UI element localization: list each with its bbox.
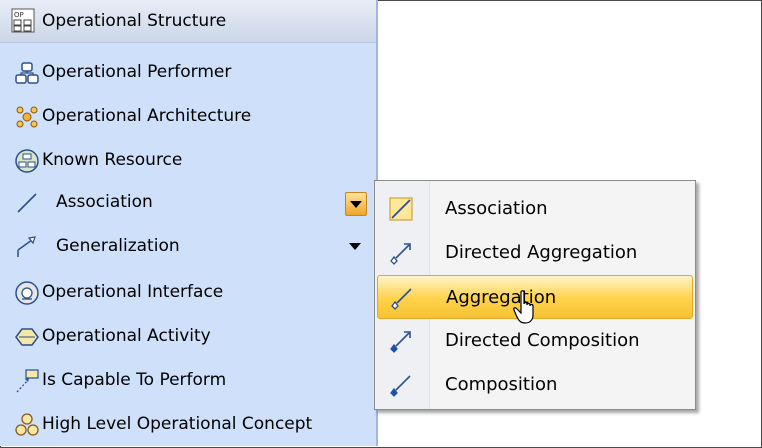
chevron-down-icon[interactable]	[349, 243, 361, 250]
is-capable-to-perform-icon	[16, 369, 39, 393]
palette-item-label: Association	[56, 192, 153, 212]
menu-item-directed-aggregation[interactable]: Directed Aggregation	[377, 231, 693, 275]
aggregation-icon	[391, 288, 412, 310]
palette-item-generalization[interactable]: Generalization	[0, 224, 376, 268]
menu-item-association[interactable]: Association	[377, 187, 693, 231]
palette-item-label: High Level Operational Concept	[42, 414, 313, 434]
svg-text:OP: OP	[14, 11, 24, 19]
palette-item-association[interactable]: Association	[0, 180, 376, 224]
operational-activity-icon	[15, 328, 39, 346]
menu-item-label: Directed Composition	[445, 330, 640, 351]
palette-item-label: Is Capable To Perform	[42, 370, 227, 390]
association-dropdown-button[interactable]	[345, 192, 367, 216]
hand-cursor-icon	[513, 290, 534, 324]
palette-item-label: Operational Activity	[42, 326, 211, 346]
palette-item-operational-interface[interactable]: Operational Interface	[0, 270, 376, 314]
generalization-icon	[17, 236, 36, 257]
menu-item-label: Directed Aggregation	[445, 242, 638, 263]
palette-group-title: Operational Structure	[42, 11, 227, 31]
menu-item-label: Association	[445, 198, 548, 219]
menu-item-label: Composition	[445, 374, 558, 395]
palette-item-operational-activity[interactable]: Operational Activity	[0, 314, 376, 358]
op-structure-icon: OP	[11, 8, 35, 33]
palette-item-label: Known Resource	[42, 150, 183, 170]
menu-item-composition[interactable]: Composition	[377, 363, 693, 407]
diagram-palette: OP Operational Structure Operational Per…	[0, 0, 378, 446]
palette-item-operational-performer[interactable]: Operational Performer	[0, 50, 376, 94]
directed-aggregation-icon	[390, 243, 411, 265]
operational-architecture-icon	[16, 106, 38, 128]
high-level-concept-icon	[15, 413, 39, 436]
palette-item-is-capable-to-perform[interactable]: Is Capable To Perform	[0, 358, 376, 402]
association-icon	[389, 197, 413, 221]
menu-item-label: Aggregation	[446, 287, 557, 308]
palette-item-label: Operational Performer	[42, 62, 232, 82]
palette-item-known-resource[interactable]: Known Resource	[0, 138, 376, 182]
palette-item-label: Operational Interface	[42, 282, 224, 302]
directed-composition-icon	[390, 331, 411, 353]
operational-performer-icon	[15, 62, 39, 84]
palette-item-high-level-operational-concept[interactable]: High Level Operational Concept	[0, 402, 376, 446]
known-resource-icon	[15, 149, 39, 173]
palette-item-label: Generalization	[56, 236, 180, 256]
palette-group-header[interactable]: OP Operational Structure	[0, 0, 376, 43]
association-line-icon	[17, 193, 37, 213]
operational-interface-icon	[15, 281, 39, 305]
chevron-down-icon	[350, 201, 362, 208]
composition-icon	[390, 375, 411, 397]
palette-item-label: Operational Architecture	[42, 106, 252, 126]
palette-item-operational-architecture[interactable]: Operational Architecture	[0, 94, 376, 138]
